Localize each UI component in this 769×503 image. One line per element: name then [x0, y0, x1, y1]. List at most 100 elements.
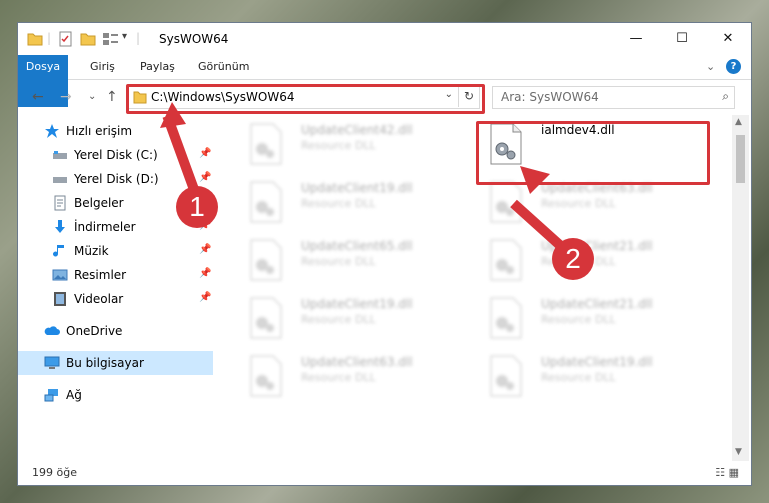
help-icon[interactable]: ?: [726, 59, 741, 74]
vertical-scrollbar[interactable]: ▲ ▼: [732, 115, 749, 461]
folder-icon[interactable]: [27, 31, 43, 47]
cloud-icon: [44, 326, 60, 335]
up-button[interactable]: ↑: [106, 89, 118, 105]
file-item[interactable]: UpdateClient42.dll Resource DLL: [237, 119, 467, 171]
sidebar-item-this-pc[interactable]: Bu bilgisayar: [18, 351, 213, 375]
ribbon-tabs: Dosya Giriş Paylaş Görünüm ⌄ ?: [18, 55, 751, 107]
maximize-button[interactable]: ☐: [659, 23, 705, 55]
sidebar-item-label: Müzik: [74, 244, 109, 258]
status-bar: 199 öğe ☷ ▦: [18, 461, 751, 485]
minimize-button[interactable]: —: [613, 23, 659, 55]
sidebar-item-label: Yerel Disk (C:): [74, 148, 158, 162]
sidebar-item-label: İndirmeler: [74, 220, 136, 234]
file-type: Resource DLL: [541, 371, 616, 384]
arrowhead-1-icon: [160, 102, 186, 128]
file-item[interactable]: UpdateClient65.dll Resource DLL: [237, 235, 467, 287]
dll-file-icon: [490, 239, 522, 281]
sidebar-item-videos[interactable]: Videolar 📌: [18, 287, 213, 311]
new-folder-icon[interactable]: [80, 31, 96, 47]
file-name: UpdateClient19.dll: [541, 355, 653, 369]
file-type: Resource DLL: [301, 371, 376, 384]
document-icon: [54, 195, 66, 211]
separator: |: [47, 31, 52, 45]
file-item[interactable]: UpdateClient21.dll Resource DLL: [477, 293, 707, 345]
dll-file-icon: [490, 297, 522, 339]
file-name: UpdateClient19.dll: [301, 181, 413, 195]
marker-1: 1: [176, 186, 218, 228]
separator: |: [136, 31, 141, 45]
search-placeholder: Ara: SysWOW64: [501, 90, 599, 104]
file-item[interactable]: UpdateClient19.dll Resource DLL: [237, 293, 467, 345]
sidebar-item-label: Ağ: [66, 388, 82, 402]
file-type: Resource DLL: [301, 139, 376, 152]
pin-icon[interactable]: 📌: [199, 148, 211, 159]
sidebar-item-label: Videolar: [74, 292, 124, 306]
tab-view[interactable]: Görünüm: [198, 55, 249, 79]
sidebar-item-label: Belgeler: [74, 196, 124, 210]
properties-icon[interactable]: [58, 31, 74, 47]
forward-button[interactable]: →: [60, 89, 72, 105]
star-icon: [45, 124, 59, 138]
pin-icon[interactable]: 📌: [199, 172, 211, 183]
scroll-down-icon[interactable]: ▼: [735, 447, 742, 457]
window-title: SysWOW64: [159, 32, 229, 46]
file-item[interactable]: UpdateClient19.dll Resource DLL: [477, 351, 707, 403]
item-count: 199 öğe: [32, 466, 77, 479]
network-icon: [44, 389, 58, 402]
sidebar-item-label: Yerel Disk (D:): [74, 172, 159, 186]
dll-file-icon: [250, 297, 282, 339]
tab-share[interactable]: Paylaş: [140, 55, 175, 79]
video-icon: [54, 292, 66, 306]
search-icon: ⌕: [722, 89, 729, 103]
scrollbar-thumb[interactable]: [736, 135, 745, 183]
arrowhead-2-icon: [520, 166, 550, 194]
pin-icon[interactable]: 📌: [199, 244, 211, 255]
dll-file-icon: [250, 239, 282, 281]
title-bar: | ▾ | SysWOW64 — ☐ ✕: [18, 23, 751, 55]
sidebar-item-pictures[interactable]: Resimler 📌: [18, 263, 213, 287]
chevron-down-icon[interactable]: ▾: [122, 31, 127, 47]
customize-toolbar-icon[interactable]: [102, 31, 120, 47]
file-name: UpdateClient63.dll: [301, 355, 413, 369]
drive-icon: [53, 177, 67, 183]
sidebar-item-onedrive[interactable]: OneDrive: [18, 319, 213, 343]
view-toggle-icons[interactable]: ☷ ▦: [715, 466, 739, 479]
pin-icon[interactable]: 📌: [199, 292, 211, 303]
pictures-icon: [52, 269, 68, 281]
marker-2: 2: [552, 238, 594, 280]
dll-file-icon: [250, 181, 282, 223]
sidebar-item-label: Bu bilgisayar: [66, 356, 144, 370]
file-type: Resource DLL: [301, 255, 376, 268]
file-name: UpdateClient21.dll: [541, 297, 653, 311]
file-highlight: [476, 121, 710, 185]
close-button[interactable]: ✕: [705, 23, 751, 55]
pin-icon[interactable]: 📌: [199, 268, 211, 279]
sidebar-item-label: Hızlı erişim: [66, 124, 133, 138]
drive-icon: [53, 151, 67, 159]
sidebar-item-label: OneDrive: [66, 324, 123, 338]
dll-file-icon: [250, 123, 282, 165]
file-type: Resource DLL: [301, 197, 376, 210]
file-name: UpdateClient19.dll: [301, 297, 413, 311]
computer-icon: [44, 356, 60, 369]
recent-locations-button[interactable]: ⌄: [88, 91, 96, 102]
scroll-up-icon[interactable]: ▲: [735, 117, 742, 127]
file-name: UpdateClient65.dll: [301, 239, 413, 253]
search-input[interactable]: Ara: SysWOW64 ⌕: [492, 86, 735, 109]
tab-home[interactable]: Giriş: [90, 55, 115, 79]
file-type: Resource DLL: [301, 313, 376, 326]
music-icon: [53, 245, 64, 257]
file-type: Resource DLL: [541, 197, 616, 210]
ribbon-collapse-icon[interactable]: ⌄: [706, 55, 715, 79]
file-type: Resource DLL: [541, 313, 616, 326]
back-button[interactable]: ←: [32, 89, 44, 105]
file-item[interactable]: UpdateClient63.dll Resource DLL: [237, 351, 467, 403]
sidebar-item-music[interactable]: Müzik 📌: [18, 239, 213, 263]
download-icon: [55, 220, 65, 233]
dll-file-icon: [250, 355, 282, 397]
file-name: UpdateClient42.dll: [301, 123, 413, 137]
sidebar-item-network[interactable]: Ağ: [18, 383, 213, 407]
dll-file-icon: [490, 355, 522, 397]
file-item[interactable]: UpdateClient19.dll Resource DLL: [237, 177, 467, 229]
sidebar-item-label: Resimler: [74, 268, 127, 282]
